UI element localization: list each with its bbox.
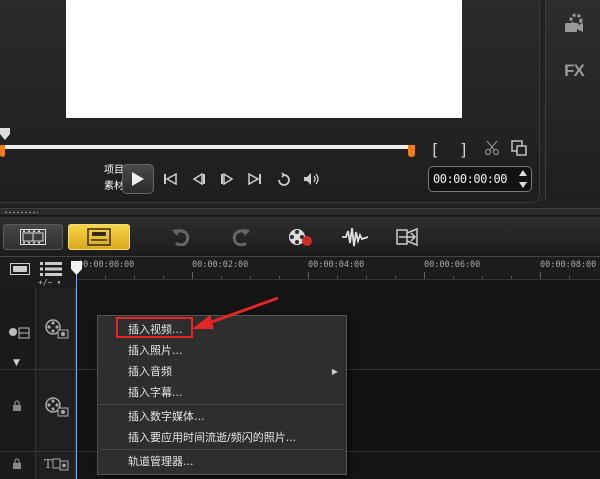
redo-button[interactable] xyxy=(228,224,254,250)
title-text-icon: T xyxy=(44,457,69,471)
show-all-tracks-button[interactable] xyxy=(10,263,30,278)
preview-screen xyxy=(66,0,462,118)
list-icon xyxy=(40,262,62,276)
menu-separator xyxy=(100,449,344,450)
mark-in-handle[interactable] xyxy=(0,145,5,157)
timeline-header-controls: +/− ▾ xyxy=(0,258,76,288)
menu-item-insert-timelapse-photo[interactable]: 插入要应用时间流逝/频闪的照片... xyxy=(98,427,346,448)
lock-track-button[interactable] xyxy=(12,458,22,473)
ruler-label: 00:00:00:00 xyxy=(78,260,135,270)
volume-icon xyxy=(304,173,319,185)
timeline-view-button[interactable] xyxy=(3,224,63,250)
timeline-toolbar xyxy=(0,217,600,257)
repeat-icon xyxy=(278,172,290,186)
zoom-control[interactable]: +/− ▾ xyxy=(38,278,61,287)
mark-out-button[interactable]: ] xyxy=(459,140,469,159)
repeat-button[interactable] xyxy=(274,170,294,188)
menu-item-track-manager[interactable]: 轨道管理器... xyxy=(98,451,346,472)
scrub-handle-icon[interactable] xyxy=(0,128,10,140)
media-library-button[interactable] xyxy=(554,6,594,40)
timecode-value: 00:00:00:00 xyxy=(433,172,507,186)
redo-icon xyxy=(232,229,250,246)
timecode-field[interactable]: 00:00:00:00 xyxy=(428,166,532,192)
ruler-label: 00:00:02:00 xyxy=(192,260,249,270)
film-strip-icon xyxy=(20,229,46,245)
fx-filter-button[interactable]: FX xyxy=(554,54,594,88)
player-panel: 项目 素材 [ ] 00:00:00:00 xyxy=(0,0,540,203)
menu-item-insert-digital-media[interactable]: 插入数字媒体... xyxy=(98,406,346,427)
play-button[interactable] xyxy=(122,164,154,194)
overlay-reel-icon xyxy=(45,397,69,417)
track-context-menu: 插入视频... 插入照片... 插入音频 ▶ 插入字幕... 插入数字媒体... … xyxy=(97,315,347,475)
chevron-down-icon[interactable]: ▼ xyxy=(13,358,20,368)
submenu-arrow-icon: ▶ xyxy=(331,367,338,376)
undo-icon xyxy=(172,229,190,246)
svg-text:T: T xyxy=(44,457,52,471)
auto-music-button[interactable] xyxy=(394,224,422,250)
scrubber-track[interactable] xyxy=(4,145,412,149)
overlay-track-header[interactable] xyxy=(44,396,70,421)
annotation-arrow-icon xyxy=(192,296,279,329)
menu-separator xyxy=(100,404,344,405)
chevron-down-icon[interactable]: ▾ xyxy=(56,278,61,287)
video-reel-icon xyxy=(45,319,69,339)
storyboard-icon xyxy=(87,228,111,246)
next-frame-button[interactable] xyxy=(217,170,237,188)
ruler-label: 00:00:04:00 xyxy=(308,260,365,270)
ruler-label: 00:00:06:00 xyxy=(424,260,481,270)
lock-icon xyxy=(13,458,21,469)
track-list-button[interactable] xyxy=(40,262,62,279)
skip-start-icon xyxy=(164,173,177,185)
mode-clip-label[interactable]: 素材 xyxy=(84,179,124,195)
audio-waveform-icon xyxy=(342,227,369,247)
split-clip-button[interactable] xyxy=(482,139,502,157)
menu-item-insert-subtitle[interactable]: 插入字幕... xyxy=(98,382,346,403)
skip-end-icon xyxy=(248,173,261,185)
fx-label: FX xyxy=(564,61,585,80)
go-to-start-button[interactable] xyxy=(160,170,180,188)
mark-in-button[interactable]: [ xyxy=(430,140,440,159)
time-ruler[interactable]: 00:00:00:00 00:00:02:00 00:00:04:00 00:0… xyxy=(76,258,600,280)
play-icon xyxy=(132,172,144,186)
title-track-header[interactable]: T xyxy=(42,455,70,476)
scissors-icon xyxy=(484,140,500,156)
media-gear-icon xyxy=(565,13,583,32)
timecode-spinner[interactable] xyxy=(518,170,528,188)
menu-item-insert-photo[interactable]: 插入照片... xyxy=(98,340,346,361)
step-forward-icon xyxy=(221,173,234,185)
track-manager-icon xyxy=(9,327,30,339)
previous-frame-button[interactable] xyxy=(189,170,209,188)
chevron-up-icon[interactable] xyxy=(519,170,527,176)
video-track-header[interactable] xyxy=(44,318,70,343)
volume-button[interactable] xyxy=(302,170,322,188)
enlarge-preview-button[interactable] xyxy=(509,139,529,157)
panel-divider[interactable] xyxy=(0,208,600,216)
menu-item-insert-audio[interactable]: 插入音频 ▶ xyxy=(98,361,346,382)
undo-button[interactable] xyxy=(168,224,194,250)
highlight-box xyxy=(116,317,193,338)
go-to-end-button[interactable] xyxy=(245,170,265,188)
drag-grip-icon[interactable] xyxy=(4,211,38,214)
preview-area: 项目 素材 [ ] 00:00:00:00 FX xyxy=(0,0,600,207)
chevron-down-icon[interactable] xyxy=(519,182,527,188)
mark-out-handle[interactable] xyxy=(408,145,415,157)
lock-track-button[interactable] xyxy=(12,400,22,415)
resize-icon xyxy=(511,140,527,156)
mode-project-label[interactable]: 项目 xyxy=(84,163,124,179)
right-tool-panel: FX xyxy=(545,0,600,200)
playhead-marker-icon[interactable] xyxy=(71,261,82,275)
music-transition-icon xyxy=(396,227,418,247)
track-visibility-button[interactable] xyxy=(8,326,30,343)
record-capture-button[interactable] xyxy=(286,224,314,250)
playhead-line[interactable] xyxy=(76,270,77,479)
audio-mixer-button[interactable] xyxy=(340,224,370,250)
ruler-label: 00:00:08:00 xyxy=(540,260,597,270)
play-mode-labels: 项目 素材 xyxy=(84,163,124,195)
film-tracks-icon xyxy=(10,263,30,275)
storyboard-view-button[interactable] xyxy=(68,224,130,250)
step-back-icon xyxy=(192,173,205,185)
film-reel-record-icon xyxy=(289,229,312,246)
lock-icon xyxy=(13,400,21,411)
